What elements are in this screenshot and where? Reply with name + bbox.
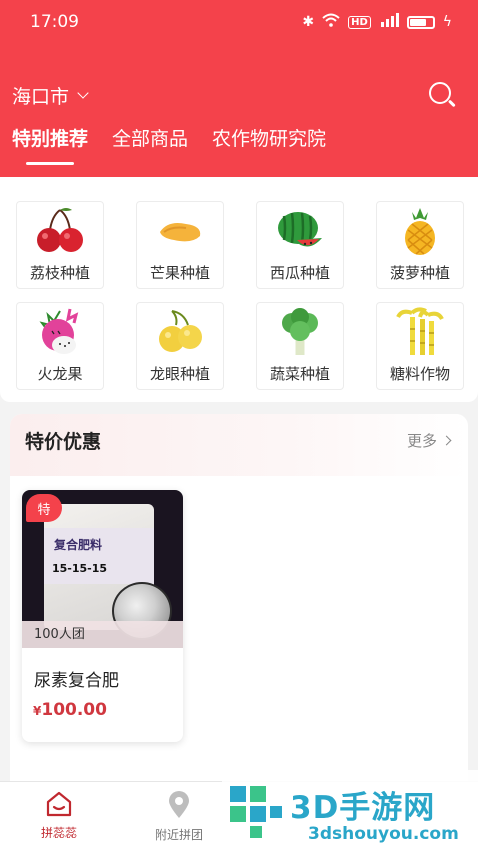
location-pin-icon [169, 791, 189, 818]
tab-special-recommend[interactable]: 特别推荐 [12, 124, 88, 165]
category-label: 菠萝种植 [389, 264, 450, 282]
nav-label: 拼蕊蕊 [40, 826, 77, 840]
category-watermelon[interactable]: 西瓜种植 [256, 201, 344, 289]
group-size-label: 100人团 [22, 621, 183, 648]
status-time: 17:09 [30, 12, 79, 32]
chevron-right-icon [441, 435, 452, 446]
dragon-fruit-icon [39, 308, 79, 354]
city-label: 海口市 [12, 85, 70, 108]
bag-formula: 15-15-15 [52, 562, 108, 575]
product-card[interactable]: 复合肥料 15-15-15 特 100人团 尿素复合肥 ¥100.00 [22, 490, 183, 742]
longan-icon [159, 310, 202, 352]
watermark-brand: 3D手游网 [290, 790, 436, 826]
hd-icon: HD [348, 15, 371, 29]
category-label: 火龙果 [37, 365, 83, 383]
category-panel: 荔枝种植 芒果种植 西瓜种植 菠萝种植 火龙果 龙眼种植 蔬菜种植 糖料作物 [0, 177, 478, 402]
nav-item-nearby[interactable]: 附近拼团 [134, 790, 224, 843]
category-label: 蔬菜种植 [269, 365, 330, 383]
category-label: 芒果种植 [149, 264, 210, 282]
tab-bar: 特别推荐 全部商品 农作物研究院 [12, 124, 326, 165]
sugarcane-icon [396, 307, 444, 355]
watermark-logo-icon [230, 786, 282, 838]
category-label: 荔枝种植 [29, 264, 90, 282]
product-price: ¥100.00 [33, 700, 107, 720]
category-mango[interactable]: 芒果种植 [136, 201, 224, 289]
battery-icon [406, 15, 435, 29]
header: 17:09 ✱ HD ϟ 海口市 特别推荐 全部商品 农作物研究院 [0, 0, 478, 177]
bluetooth-icon: ✱ [302, 14, 315, 30]
bag-label: 复合肥料 [54, 538, 103, 552]
status-bar: 17:09 ✱ HD ϟ [0, 0, 478, 44]
category-label: 龙眼种植 [149, 365, 210, 383]
nav-item-home[interactable]: 拼蕊蕊 [14, 790, 104, 841]
lychee-icon [37, 208, 83, 252]
watermark: 3D手游网 3dshouyou.com [222, 770, 478, 850]
category-dragon-fruit[interactable]: 火龙果 [16, 302, 104, 390]
signal-icon [379, 13, 399, 31]
mango-icon [160, 223, 201, 242]
promo-section: 特价优惠 更多 复合肥料 15-15-15 特 100人团 尿素复合肥 ¥100… [10, 414, 468, 794]
chevron-down-icon [77, 87, 89, 99]
nav-label: 附近拼团 [154, 828, 203, 842]
category-pineapple[interactable]: 菠萝种植 [376, 201, 464, 289]
search-icon[interactable] [426, 79, 458, 111]
category-label: 西瓜种植 [269, 264, 330, 282]
wifi-icon [322, 13, 340, 31]
more-label: 更多 [406, 432, 437, 450]
vegetable-icon [282, 308, 318, 355]
tab-crop-institute[interactable]: 农作物研究院 [212, 124, 326, 163]
special-badge: 特 [26, 494, 62, 522]
pineapple-icon [405, 208, 435, 255]
category-longan[interactable]: 龙眼种植 [136, 302, 224, 390]
tab-all-products[interactable]: 全部商品 [112, 124, 188, 163]
charging-icon: ϟ [442, 14, 452, 30]
watermelon-icon [278, 212, 322, 247]
category-lychee[interactable]: 荔枝种植 [16, 201, 104, 289]
category-label: 糖料作物 [389, 365, 450, 383]
more-link[interactable]: 更多 [406, 430, 452, 451]
promo-title: 特价优惠 [25, 431, 102, 453]
status-icons: ✱ HD ϟ [302, 13, 452, 31]
city-selector[interactable]: 海口市 [12, 82, 89, 109]
product-name: 尿素复合肥 [34, 671, 119, 691]
price-value: 100.00 [41, 700, 107, 720]
home-icon [46, 791, 72, 817]
watermark-url: 3dshouyou.com [308, 824, 459, 844]
category-vegetable[interactable]: 蔬菜种植 [256, 302, 344, 390]
category-sugarcane[interactable]: 糖料作物 [376, 302, 464, 390]
